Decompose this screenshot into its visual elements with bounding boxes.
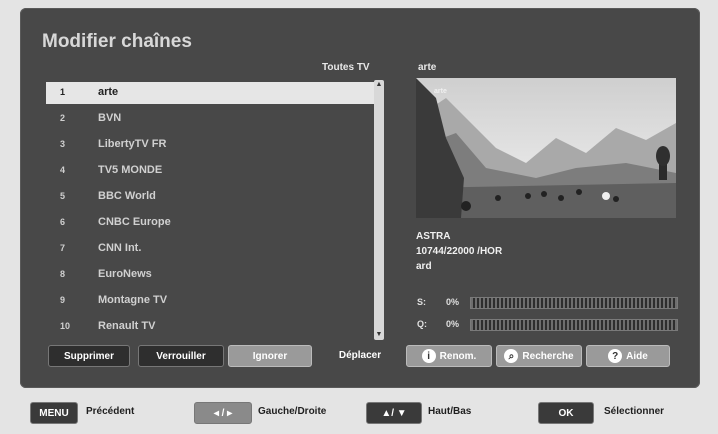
signal-strength-label: S: — [417, 297, 426, 307]
search-button[interactable]: ⌕ Recherche — [496, 345, 582, 367]
help-button-label: Aide — [626, 350, 648, 362]
preview-logo: arte — [434, 88, 447, 95]
channel-name: EuroNews — [98, 268, 152, 280]
channel-name: Montagne TV — [98, 294, 168, 306]
channel-number: 8 — [60, 269, 66, 279]
channel-name: TV5 MONDE — [98, 164, 163, 176]
ignore-button[interactable]: Ignorer — [228, 345, 312, 367]
channel-row[interactable]: 10 Renault TV — [46, 316, 376, 338]
channel-row[interactable]: 9 Montagne TV — [46, 290, 376, 312]
up-down-key[interactable]: ▲/ ▼ — [366, 402, 422, 424]
channel-number: 9 — [60, 295, 66, 305]
ok-key[interactable]: OK — [538, 402, 594, 424]
ok-key-description: Sélectionner — [604, 406, 665, 417]
channel-name: CNBC Europe — [98, 216, 171, 228]
channel-number: 6 — [60, 217, 66, 227]
channel-name: LibertyTV FR — [98, 138, 167, 150]
delete-button[interactable]: Supprimer — [48, 345, 130, 367]
provider-name: ard — [416, 261, 432, 272]
help-icon: ? — [608, 349, 623, 363]
channel-name: BVN — [98, 112, 122, 124]
signal-quality-bar — [470, 319, 678, 331]
channel-preview: arte — [416, 78, 676, 218]
delete-button-label: Supprimer — [63, 350, 114, 362]
signal-strength-bar — [470, 297, 678, 309]
scroll-down-icon[interactable]: ▼ — [375, 331, 383, 339]
move-button-label: Déplacer — [338, 349, 382, 361]
signal-quality-value: 0% — [446, 319, 460, 329]
search-button-label: Recherche — [522, 350, 574, 362]
lock-button[interactable]: Verrouiller — [138, 345, 224, 367]
help-button[interactable]: ? Aide — [586, 345, 670, 367]
channel-row[interactable]: 3 LibertyTV FR — [46, 134, 376, 156]
left-right-key-description: Gauche/Droite — [258, 406, 327, 417]
left-right-key-label: ◂ / ▸ — [213, 407, 233, 419]
channel-number: 2 — [60, 113, 66, 123]
rename-button[interactable]: i Renom. — [406, 345, 492, 367]
transponder-info: 10744/22000 /HOR — [416, 246, 503, 257]
channel-number: 4 — [60, 165, 66, 175]
channel-number: 10 — [60, 321, 71, 331]
preview-landscape-image — [416, 78, 676, 218]
key-legend-footer: MENU Précédent ◂ / ▸ Gauche/Droite ▲/ ▼ … — [0, 388, 718, 434]
channel-name: Renault TV — [98, 320, 156, 332]
channel-number: 5 — [60, 191, 66, 201]
channel-row[interactable]: 8 EuroNews — [46, 264, 376, 286]
channel-row[interactable]: 6 CNBC Europe — [46, 212, 376, 234]
channel-name: arte — [98, 86, 119, 98]
category-label: Toutes TV — [322, 62, 370, 73]
signal-strength-value: 0% — [446, 297, 460, 307]
channel-number: 7 — [60, 243, 66, 253]
lock-button-label: Verrouiller — [156, 350, 206, 362]
scroll-up-icon[interactable]: ▲ — [375, 81, 383, 89]
channel-row[interactable]: 4 TV5 MONDE — [46, 160, 376, 182]
left-right-key[interactable]: ◂ / ▸ — [194, 402, 252, 424]
channel-row[interactable]: 5 BBC World — [46, 186, 376, 208]
rename-button-label: Renom. — [439, 350, 477, 362]
ignore-button-label: Ignorer — [252, 350, 288, 362]
channel-row[interactable]: 7 CNN Int. — [46, 238, 376, 260]
info-icon: i — [421, 349, 436, 363]
channel-number: 1 — [60, 87, 66, 97]
menu-key[interactable]: MENU — [30, 402, 78, 424]
channel-row[interactable]: 2 BVN — [46, 108, 376, 130]
channel-list[interactable]: 1 arte 2 BVN 3 LibertyTV FR 4 TV5 MONDE … — [46, 80, 380, 338]
up-down-key-label: ▲/ ▼ — [381, 407, 407, 419]
channel-name: BBC World — [98, 190, 156, 202]
channel-number: 3 — [60, 139, 66, 149]
selected-channel-name: arte — [418, 62, 437, 73]
up-down-key-description: Haut/Bas — [428, 406, 472, 417]
menu-key-label: MENU — [39, 407, 69, 419]
channel-list-scrollbar[interactable]: ▲ ▼ — [374, 80, 384, 340]
satellite-name: ASTRA — [416, 231, 451, 242]
signal-quality-label: Q: — [417, 319, 427, 329]
channel-name: CNN Int. — [98, 242, 142, 254]
ok-key-label: OK — [558, 407, 574, 419]
page-title: Modifier chaînes — [42, 31, 192, 52]
move-button[interactable]: Déplacer — [322, 345, 398, 365]
channel-row[interactable]: 1 arte — [46, 82, 376, 104]
search-icon: ⌕ — [504, 349, 519, 363]
menu-key-description: Précédent — [86, 406, 135, 417]
